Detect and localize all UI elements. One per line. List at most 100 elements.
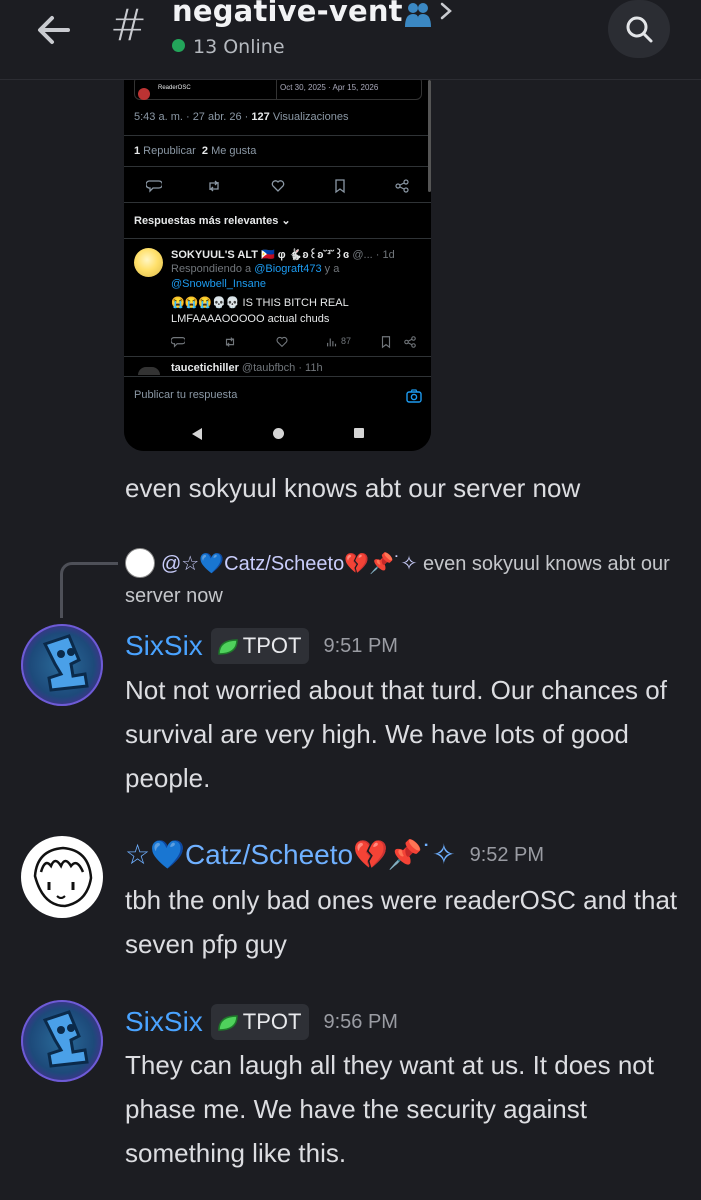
avatar[interactable]	[21, 836, 103, 918]
heart-icon	[276, 336, 288, 348]
tweet-stats: 1 Republicar 2 Me gusta	[134, 145, 256, 157]
share-icon	[404, 336, 416, 348]
replying-to-2: @Snowbell_Insane	[171, 278, 266, 290]
reply-text: 😭😭😭💀💀 IS THIS BITCH REAL LMFAAAAOOOOO act…	[171, 295, 421, 327]
divider	[124, 238, 431, 239]
next-name: taucetichiller	[171, 362, 239, 374]
message-text: even sokyuul knows abt our server now	[125, 473, 581, 503]
divider	[124, 135, 431, 136]
reply-author: SOKYUUL'S ALT 🇵🇭 φ 🐇ʚ꒰ʚ˘³˘꒱ɞ @... · 1d	[171, 246, 395, 261]
quoted-date-info: Oct 30, 2025 · Apr 15, 2026	[280, 83, 379, 92]
sixsix-avatar-art	[42, 634, 89, 692]
message-header: SixSix TPOT 9:51 PM	[125, 628, 398, 664]
camera-icon	[406, 389, 422, 403]
reply-avatar	[134, 248, 163, 277]
reposts-label: Republicar	[140, 145, 196, 157]
divider	[124, 356, 431, 357]
server-tag-label: TPOT	[242, 633, 302, 658]
android-nav-bar	[124, 416, 431, 451]
message-header: ☆💙Catz/Scheeto💔📌˙✧ 9:52 PM	[125, 838, 544, 871]
catz-avatar-art	[33, 846, 93, 908]
chevron-right-icon[interactable]	[438, 0, 454, 22]
tweet-actions	[146, 178, 416, 194]
scrollbar	[428, 80, 431, 192]
reply-text-2: LMFAAAAOOOOO actual chuds	[171, 313, 330, 325]
replying-to-1: @Biograft473	[254, 263, 322, 275]
channel-title[interactable]: negative-vent	[172, 0, 433, 28]
divider	[124, 202, 431, 203]
reply-connector	[60, 562, 118, 618]
replies-sort: Respuestas más relevantes ⌄	[134, 214, 291, 227]
replies-sort-label: Respuestas más relevantes	[134, 215, 279, 227]
nav-recents-icon	[354, 428, 364, 438]
channel-name: negative-vent	[172, 0, 403, 28]
server-tag-label: TPOT	[242, 1009, 302, 1034]
channel-header: # negative-vent 13 Online	[0, 0, 701, 80]
online-status: 13 Online	[172, 36, 285, 58]
people-hugging-icon	[403, 0, 433, 27]
timestamp: 9:51 PM	[323, 635, 398, 657]
likes-label: Me gusta	[208, 145, 257, 157]
image-attachment[interactable]: ReaderOSC Oct 30, 2025 · Apr 15, 2026 5:…	[124, 80, 431, 451]
tweet-meta: 5:43 a. m. · 27 abr. 26 · 127 Visualizac…	[134, 111, 348, 123]
author-name[interactable]: ☆💙Catz/Scheeto💔📌˙✧	[125, 839, 456, 870]
reply-reference[interactable]: @☆💙Catz/Scheeto💔📌˙✧ even sokyuul knows a…	[125, 548, 685, 612]
reply-mention[interactable]: @☆💙Catz/Scheeto💔📌˙✧	[161, 553, 417, 575]
comment-icon	[146, 180, 162, 193]
divider	[124, 166, 431, 167]
share-icon	[395, 179, 409, 193]
reply-views: 87	[341, 336, 352, 346]
avatar[interactable]	[21, 1000, 103, 1082]
next-reply-avatar	[138, 367, 160, 375]
sixsix-avatar-art	[42, 1010, 89, 1068]
reply-compose-bar: Publicar tu respuesta	[124, 376, 431, 416]
leaf-icon	[218, 639, 238, 655]
chevron-down-icon: ⌄	[281, 215, 291, 227]
leaf-icon	[218, 1015, 238, 1031]
message-text: tbh the only bad ones were readerOSC and…	[125, 885, 678, 959]
comment-icon	[171, 337, 185, 348]
heart-icon	[271, 180, 285, 192]
tweet-views: 127	[251, 111, 270, 123]
views-icon	[327, 338, 337, 347]
bookmark-icon	[335, 179, 345, 194]
tweet-meta-prefix: 5:43 a. m. · 27 abr. 26 ·	[134, 111, 252, 123]
search-icon	[626, 16, 653, 43]
timestamp: 9:56 PM	[323, 1011, 398, 1033]
reply-name: SOKYUUL'S ALT	[171, 249, 258, 261]
retweet-icon	[209, 180, 219, 192]
reply-name-deco: 🇵🇭 φ 🐇ʚ꒰ʚ˘³˘꒱ɞ	[261, 249, 350, 261]
back-arrow-icon[interactable]	[34, 10, 74, 50]
message-header: SixSix TPOT 9:56 PM	[125, 1004, 398, 1040]
next-reply-author: taucetichiller @taubfbch · 11h	[171, 362, 323, 374]
avatar[interactable]	[21, 624, 103, 706]
author-name[interactable]: SixSix	[125, 630, 203, 661]
reply-actions: 87	[171, 335, 421, 349]
retweet-icon	[225, 337, 235, 347]
channel-hash-icon: #	[110, 0, 147, 51]
divider	[276, 80, 277, 100]
nav-home-icon	[273, 428, 284, 439]
replying-to-mid: y a	[321, 263, 340, 275]
reply-avatar	[125, 548, 155, 578]
search-button[interactable]	[608, 0, 670, 58]
reply-text-1: 😭😭😭💀💀 IS THIS BITCH REAL	[171, 297, 349, 309]
nav-back-icon	[192, 428, 202, 440]
author-name[interactable]: SixSix	[125, 1006, 203, 1037]
bookmark-icon	[381, 336, 391, 349]
replying-to-prefix: Respondiendo a	[171, 263, 255, 275]
reply-handle: @... · 1d	[352, 249, 395, 261]
online-count: 13 Online	[193, 36, 285, 58]
next-handle: @taubfbch · 11h	[238, 362, 323, 374]
message-text: Not not worried about that turd. Our cha…	[125, 675, 667, 793]
server-tag[interactable]: TPOT	[210, 1004, 310, 1040]
reply-placeholder: Publicar tu respuesta	[134, 389, 238, 401]
tweet-views-label: Visualizaciones	[269, 111, 349, 123]
online-dot-icon	[172, 39, 185, 52]
message-text: They can laugh all they want at us. It d…	[125, 1050, 654, 1168]
replying-to: Respondiendo a @Biograft473 y a @Snowbell…	[171, 262, 421, 292]
quoted-avatar	[138, 88, 150, 100]
quoted-name: ReaderOSC	[158, 85, 191, 91]
timestamp: 9:52 PM	[469, 844, 545, 866]
server-tag[interactable]: TPOT	[210, 628, 310, 664]
